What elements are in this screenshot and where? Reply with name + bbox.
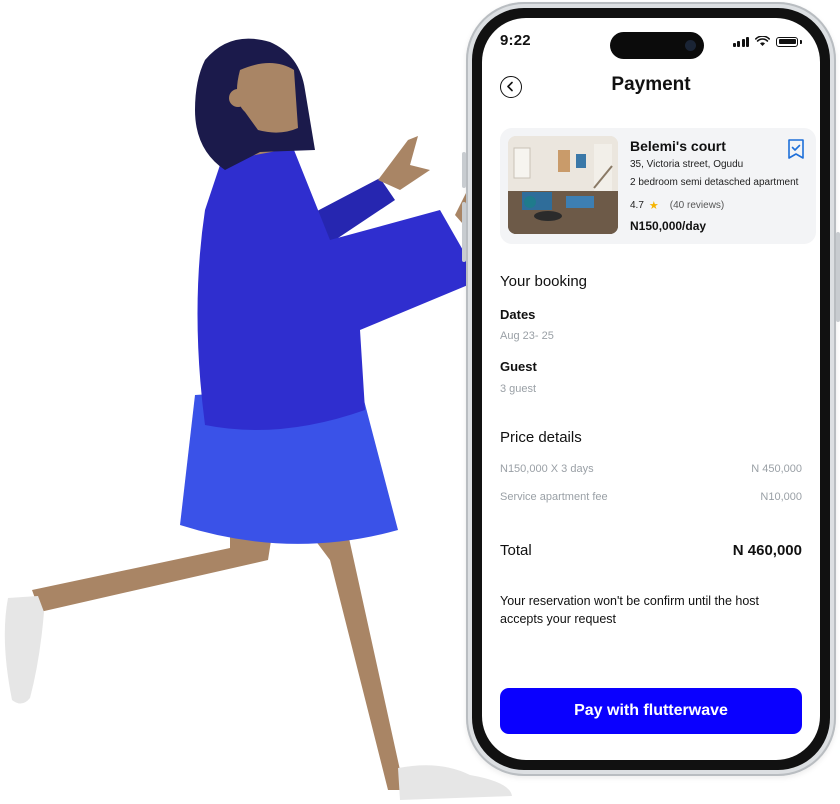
price-row-amount: N 450,000 xyxy=(751,463,802,475)
price-details-heading: Price details xyxy=(500,429,582,446)
price-row-amount: N10,000 xyxy=(760,491,802,503)
wifi-icon xyxy=(755,36,770,46)
guest-value: 3 guest xyxy=(500,383,537,395)
page-title: Payment xyxy=(611,74,691,95)
camera-icon xyxy=(685,40,696,51)
back-shoe xyxy=(4,596,45,704)
your-booking-heading: Your booking xyxy=(500,273,588,290)
reservation-notice: Your reservation won't be confirm until … xyxy=(500,594,760,626)
total-amount: N 460,000 xyxy=(732,542,802,559)
pay-with-flutterwave-button[interactable]: Pay with flutterwave xyxy=(500,688,802,734)
phone-power-button xyxy=(836,232,840,322)
woman-illustration xyxy=(4,38,512,800)
jacket xyxy=(197,140,480,430)
listing-type: 2 bedroom semi detasched apartment xyxy=(630,177,799,188)
price-row-label: N150,000 X 3 days xyxy=(500,463,594,475)
front-shoe xyxy=(398,765,512,800)
bookmark-check-icon[interactable] xyxy=(786,138,806,160)
price-row-nights: N150,000 X 3 days N 450,000 xyxy=(500,463,802,475)
guest-label: Guest xyxy=(500,359,537,374)
total-label: Total xyxy=(500,542,532,559)
front-leg xyxy=(300,520,430,790)
phone-side-button xyxy=(462,152,466,188)
listing-address: 35, Victoria street, Ogudu xyxy=(630,159,744,170)
battery-tip xyxy=(800,39,802,44)
listing-card[interactable]: Belemi's court 35, Victoria street, Ogud… xyxy=(500,128,816,244)
rating-value: 4.7 xyxy=(630,200,644,211)
status-time: 9:22 xyxy=(500,32,531,49)
dynamic-island xyxy=(610,32,704,59)
review-count: (40 reviews) xyxy=(669,200,725,211)
phone-mockup: 9:22 Payment Belemi's court 35, Victoria… xyxy=(462,2,840,776)
dates-label: Dates xyxy=(500,307,536,322)
price-row-service-fee: Service apartment fee N10,000 xyxy=(500,491,802,503)
phone-screen: 9:22 Payment Belemi's court 35, Victoria… xyxy=(482,18,820,760)
dates-value: Aug 23- 25 xyxy=(500,330,554,342)
battery-icon xyxy=(776,36,798,47)
listing-name: Belemi's court xyxy=(630,138,726,154)
listing-rating: 4.7 ★ (40 reviews) xyxy=(630,199,724,212)
status-bar: 9:22 xyxy=(482,18,820,70)
back-hand xyxy=(378,136,430,190)
listing-photo xyxy=(508,136,618,234)
phone-frame: 9:22 Payment Belemi's court 35, Victoria… xyxy=(472,8,830,770)
signal-icon xyxy=(732,36,749,47)
header: Payment xyxy=(482,74,820,104)
listing-price: N150,000/day xyxy=(630,219,707,233)
price-row-label: Service apartment fee xyxy=(500,491,608,503)
star-icon: ★ xyxy=(648,200,659,212)
status-icons xyxy=(732,36,802,47)
total-row: Total N 460,000 xyxy=(500,542,802,559)
ear xyxy=(229,89,247,107)
phone-volume-button xyxy=(462,202,466,262)
